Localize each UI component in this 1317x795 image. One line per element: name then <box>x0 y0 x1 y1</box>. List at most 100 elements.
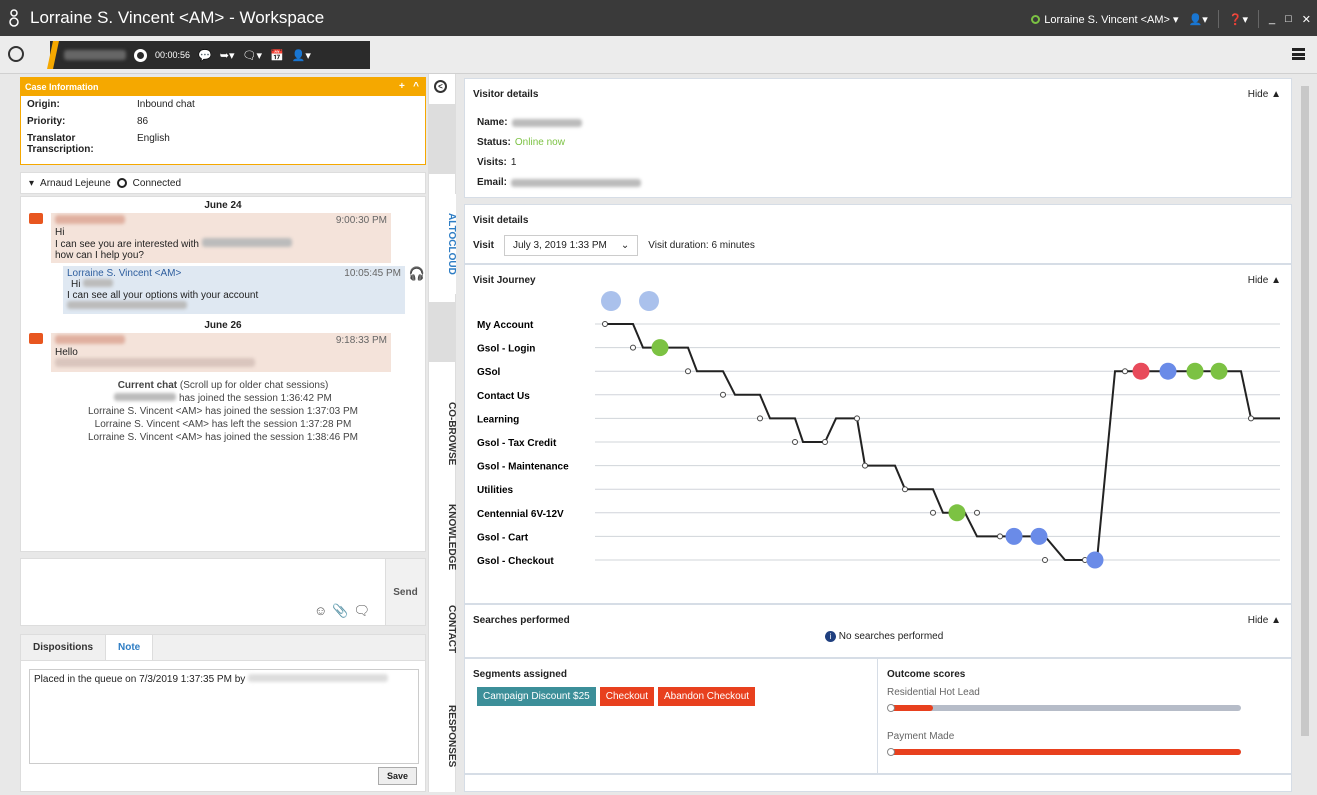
attach-icon[interactable]: 📎 <box>332 603 353 618</box>
divider <box>1258 10 1259 28</box>
case-info-title: Case Information <box>25 82 99 92</box>
journey-page-label: Learning <box>477 414 519 425</box>
visitor-name-row: Name: <box>477 113 641 133</box>
case-value: 86 <box>137 116 149 127</box>
home-icon[interactable] <box>8 46 24 62</box>
redacted-text <box>114 393 177 401</box>
journey-node <box>720 391 726 398</box>
journey-event-marker[interactable] <box>1005 527 1023 545</box>
journey-prev-button[interactable] <box>601 291 621 311</box>
case-key: Origin: <box>27 99 60 110</box>
journey-event-marker[interactable] <box>1210 362 1228 380</box>
case-row: Priority: 86 <box>21 113 425 130</box>
journey-page-label: Gsol - Maintenance <box>477 462 569 473</box>
transfer-icon[interactable]: ➥▾ <box>220 49 235 62</box>
current-chat-note: Current chat (Scroll up for older chat s… <box>117 380 329 391</box>
interaction-stripe <box>47 41 59 69</box>
tab-responses[interactable]: RESPONSES <box>429 696 457 776</box>
journey-chart: My Account Gsol - Login GSol Contact Us Lear… <box>477 291 1280 569</box>
outcome-bar-fill <box>891 749 1241 755</box>
schedule-callback-icon[interactable]: 📅 <box>270 49 284 62</box>
chat-transcript[interactable]: June 24 9:00:30 PM Hi I can see you are … <box>20 196 426 552</box>
visit-details: Visit details Visit July 3, 2019 1:33 PM… <box>464 204 1292 264</box>
user-status-menu[interactable]: Lorraine S. Vincent <AM> ▾ <box>1031 13 1179 26</box>
visit-details-title: Visit details <box>473 215 529 226</box>
visitor-details: Visitor details Hide ▲ Name: Status: Onli… <box>464 78 1292 198</box>
main-menu-icon[interactable] <box>1292 48 1305 60</box>
journey-event-marker[interactable] <box>651 339 669 357</box>
journey-event-marker[interactable] <box>1132 362 1150 380</box>
expand-caret-icon[interactable]: ▾ <box>29 178 34 189</box>
party-action-icon[interactable]: 👤▾ <box>292 49 311 62</box>
outcome-bar-fill <box>891 705 933 711</box>
tab-co-browse[interactable]: CO-BROWSE <box>429 399 457 469</box>
party-name: Arnaud Lejeune <box>40 177 111 189</box>
case-info-header[interactable]: Case Information + ^ <box>21 78 425 96</box>
agent-menu-icon[interactable]: 👤▾ <box>1189 13 1208 26</box>
notes-panel: Dispositions Note Placed in the queue on… <box>20 634 426 792</box>
visit-select[interactable]: July 3, 2019 1:33 PM ⌄ <box>503 235 639 256</box>
emoji-icon[interactable]: ☺ <box>314 603 332 618</box>
journey-event-marker[interactable] <box>948 504 966 522</box>
journey-node <box>1122 368 1128 375</box>
journey-event-marker[interactable] <box>1186 362 1204 380</box>
tab-knowledge[interactable]: KNOWLEDGE <box>429 502 457 572</box>
main-scrollbar[interactable] <box>1300 74 1310 792</box>
case-row: Origin: Inbound chat <box>21 96 425 113</box>
standard-response-icon[interactable]: 🗨 <box>353 603 375 618</box>
journey-page-label: Gsol - Checkout <box>477 556 554 567</box>
redacted-text <box>83 279 114 287</box>
message-time: 10:05:45 PM <box>344 268 401 279</box>
visitor-status-row: Status: Online now <box>477 133 641 153</box>
end-chat-icon[interactable]: 💬 <box>198 49 212 62</box>
redacted-text <box>248 674 389 682</box>
journey-next-button[interactable] <box>639 291 659 311</box>
collapse-icon[interactable]: < <box>434 80 447 93</box>
case-info-controls[interactable]: + ^ <box>399 81 419 92</box>
tab-note[interactable]: Note <box>105 635 154 660</box>
help-menu-icon[interactable]: ❓▾ <box>1229 13 1248 26</box>
consult-icon[interactable]: 🗨▾ <box>243 49 263 62</box>
journey-page-label: Utilities <box>477 485 514 496</box>
visitor-visits-row: Visits: 1 <box>477 153 641 173</box>
maximize-icon[interactable]: □ <box>1285 13 1292 25</box>
journey-node <box>862 462 868 469</box>
chevron-down-icon: ⌄ <box>620 240 630 251</box>
message-compose[interactable]: ☺📎🗨 Send <box>20 558 426 626</box>
no-searches: i No searches performed <box>825 631 943 642</box>
minimize-icon[interactable]: _ <box>1269 13 1275 25</box>
party-row[interactable]: ▾ Arnaud Lejeune Connected <box>20 172 426 194</box>
hide-visitor-button[interactable]: Hide ▲ <box>1248 89 1281 100</box>
scrollbar-thumb[interactable] <box>1301 86 1309 736</box>
altocloud-panel: Visitor details Hide ▲ Name: Status: Onli… <box>456 74 1298 792</box>
interaction-bar[interactable]: 00:00:56 💬 ➥▾ 🗨▾ 📅 👤▾ <box>47 41 370 69</box>
window-title: Lorraine S. Vincent <AM> - Workspace <box>30 8 325 27</box>
journey-node <box>685 368 691 375</box>
journey-event-marker[interactable] <box>1086 551 1104 569</box>
journey-event-marker[interactable] <box>1159 362 1177 380</box>
message-text: Hello <box>55 347 78 358</box>
searches-title: Searches performed <box>473 615 570 626</box>
send-button[interactable]: Send <box>385 559 425 625</box>
hide-searches-button[interactable]: Hide ▲ <box>1248 615 1281 626</box>
redacted-text <box>511 119 582 127</box>
date-header: June 24 <box>204 200 242 211</box>
save-button[interactable]: Save <box>377 767 417 785</box>
outcome-label: Payment Made <box>887 731 955 742</box>
system-message: has joined the session 1:36:42 PM <box>21 393 425 404</box>
genesys-logo-icon <box>7 9 23 27</box>
tab-altocloud[interactable]: ALTOCLOUD <box>429 194 457 294</box>
visitor-email-row: Email: <box>477 173 642 193</box>
customer-card-icon <box>29 333 43 344</box>
searches-performed: Searches performed Hide ▲ i No searches … <box>464 604 1292 658</box>
tab-contact[interactable]: CONTACT <box>429 599 457 659</box>
journey-node <box>630 344 636 351</box>
case-value: Inbound chat <box>137 99 195 110</box>
journey-page-label: Gsol - Tax Credit <box>477 438 557 449</box>
close-icon[interactable]: ✕ <box>1302 13 1311 26</box>
note-textarea[interactable]: Placed in the queue on 7/3/2019 1:37:35 … <box>29 669 419 764</box>
tab-dispositions[interactable]: Dispositions <box>21 635 105 660</box>
divider <box>1217 10 1219 28</box>
journey-node <box>1248 415 1254 422</box>
journey-event-marker[interactable] <box>1030 527 1048 545</box>
